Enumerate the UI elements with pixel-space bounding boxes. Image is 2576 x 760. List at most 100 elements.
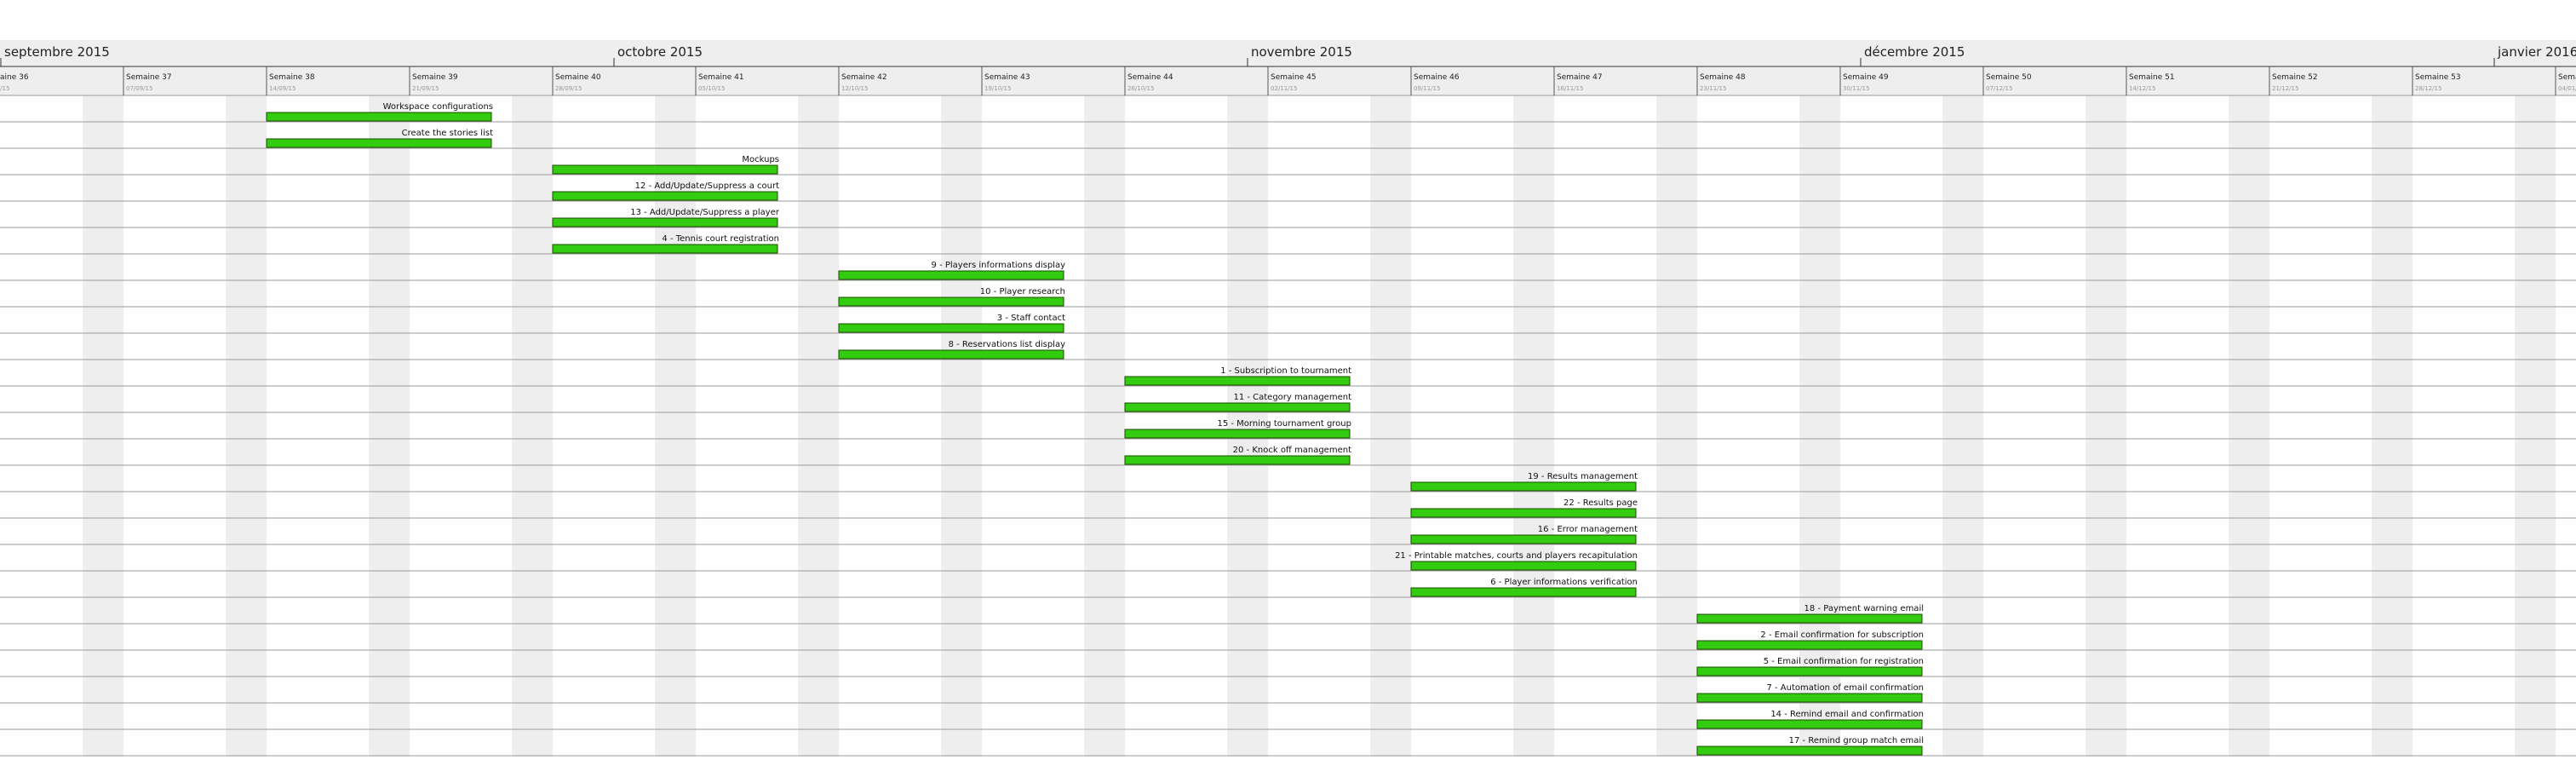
week-date-label: 02/11/15 [1271,85,1297,92]
task-bar [1410,587,1637,597]
week-label: Semaine 37 [126,73,172,82]
week-date-label: 09/11/15 [1414,85,1440,92]
task-bar [1696,640,1923,650]
gantt-svg: septembre 2015 octobre 2015 novembre 2015 d… [0,40,2576,757]
task-bar [266,138,492,148]
week-label: Semaine 41 [698,73,744,82]
task-label: 6 - Player informations verification [1490,578,1638,587]
task-label: 13 - Add/Update/Suppress a player [630,208,780,217]
week-label: Semaine 44 [1127,73,1173,82]
week-label: Semaine 38 [269,73,315,82]
weekend-stripe [226,95,267,757]
week-date-label: 07/09/15 [126,85,152,92]
task-bar [1124,455,1351,465]
week-date-label: 21/09/15 [412,85,439,92]
task-bar [552,191,778,201]
task-label: 20 - Knock off management [1233,446,1351,455]
task-label: 5 - Email confirmation for registration [1764,657,1924,666]
task-label: 19 - Results management [1528,472,1638,481]
weekend-stripe [2515,95,2556,757]
task-label: 9 - Players informations display [932,261,1066,270]
weekend-stripe [1942,95,1983,757]
week-date-label: 14/09/15 [269,85,295,92]
week-date-label: 19/10/15 [984,85,1011,92]
weekend-stripe [1084,95,1125,757]
task-bar [1696,693,1923,703]
task-bar [1410,508,1637,518]
week-date-label: 23/11/15 [1700,85,1726,92]
task-label: 7 - Automation of email confirmation [1766,683,1924,693]
week-label: Semaine 40 [555,73,601,82]
week-date-label: 21/12/15 [2272,85,2298,92]
weekend-stripe [798,95,839,757]
task-bar [1410,534,1637,544]
weekend-stripe [2372,95,2412,757]
week-label: Semaine 50 [1986,73,2032,82]
task-label: 10 - Player research [980,287,1065,297]
task-label: Create the stories list [402,129,493,138]
task-label: 21 - Printable matches, courts and playe… [1395,551,1638,561]
week-date-label: 28/09/15 [555,85,582,92]
task-bar [838,323,1064,333]
task-bar [266,112,492,122]
task-label: 15 - Morning tournament group [1217,419,1351,429]
month-label: décembre 2015 [1864,44,1965,60]
task-label: 17 - Remind group match email [1789,736,1924,746]
week-label: Semaine 52 [2272,73,2318,82]
week-label: Semaine 45 [1271,73,1317,82]
week-date-label: 31/08/15 [0,85,9,92]
task-label: Mockups [742,155,779,164]
week-label: Semaine 42 [841,73,887,82]
week-date-label: 05/10/15 [698,85,725,92]
month-label: septembre 2015 [4,44,110,60]
task-bar [838,297,1064,307]
task-label: 3 - Staff contact [997,314,1065,323]
week-date-label: 26/10/15 [1127,85,1154,92]
task-bar [1124,376,1351,386]
month-label: janvier 2016 [2497,44,2576,60]
week-label: Semaine 43 [984,73,1030,82]
task-bar [1124,429,1351,439]
week-date-label: 12/10/15 [841,85,868,92]
week-date-label: 30/11/15 [1843,85,1869,92]
task-bar [838,349,1064,360]
week-label: Semaine 39 [412,73,458,82]
weekend-stripe [941,95,982,757]
week-label: Semaine 1 [2558,73,2576,82]
weekend-stripe [512,95,553,757]
gantt-chart: septembre 2015 octobre 2015 novembre 2015 d… [0,0,2576,757]
week-label: Semaine 46 [1414,73,1460,82]
month-label: novembre 2015 [1251,44,1352,60]
weekend-stripe [369,95,410,757]
week-date-label: 28/12/15 [2415,85,2441,92]
task-bar [1696,613,1923,624]
task-bar [1410,481,1637,492]
week-label: Semaine 49 [1843,73,1889,82]
week-date-label: 04/01/16 [2558,85,2576,92]
weekend-stripe [1513,95,1554,757]
task-label: 14 - Remind email and confirmation [1770,710,1924,719]
task-bar [552,244,778,254]
task-label: 2 - Email confirmation for subscription [1760,630,1924,640]
task-label: Workspace configurations [383,102,493,112]
week-date-label: 16/11/15 [1557,85,1583,92]
weekend-stripe [83,95,123,757]
task-bar [552,217,778,227]
week-label: Semaine 47 [1557,73,1603,82]
month-label: octobre 2015 [617,44,703,60]
task-label: 16 - Error management [1538,525,1638,534]
week-label: Semaine 36 [0,73,29,82]
task-bar [1124,402,1351,412]
task-bar [1696,719,1923,729]
week-date-label: 14/12/15 [2129,85,2155,92]
task-bar [552,164,778,175]
task-label: 12 - Add/Update/Suppress a court [635,181,779,191]
task-label: 11 - Category management [1233,393,1351,402]
task-label: 4 - Tennis court registration [662,234,779,244]
weekend-stripe [2085,95,2126,757]
week-label: Semaine 53 [2415,73,2461,82]
week-label: Semaine 48 [1700,73,1746,82]
task-label: 22 - Results page [1563,498,1638,508]
weekend-stripe [1370,95,1411,757]
week-date-label: 07/12/15 [1986,85,2012,92]
